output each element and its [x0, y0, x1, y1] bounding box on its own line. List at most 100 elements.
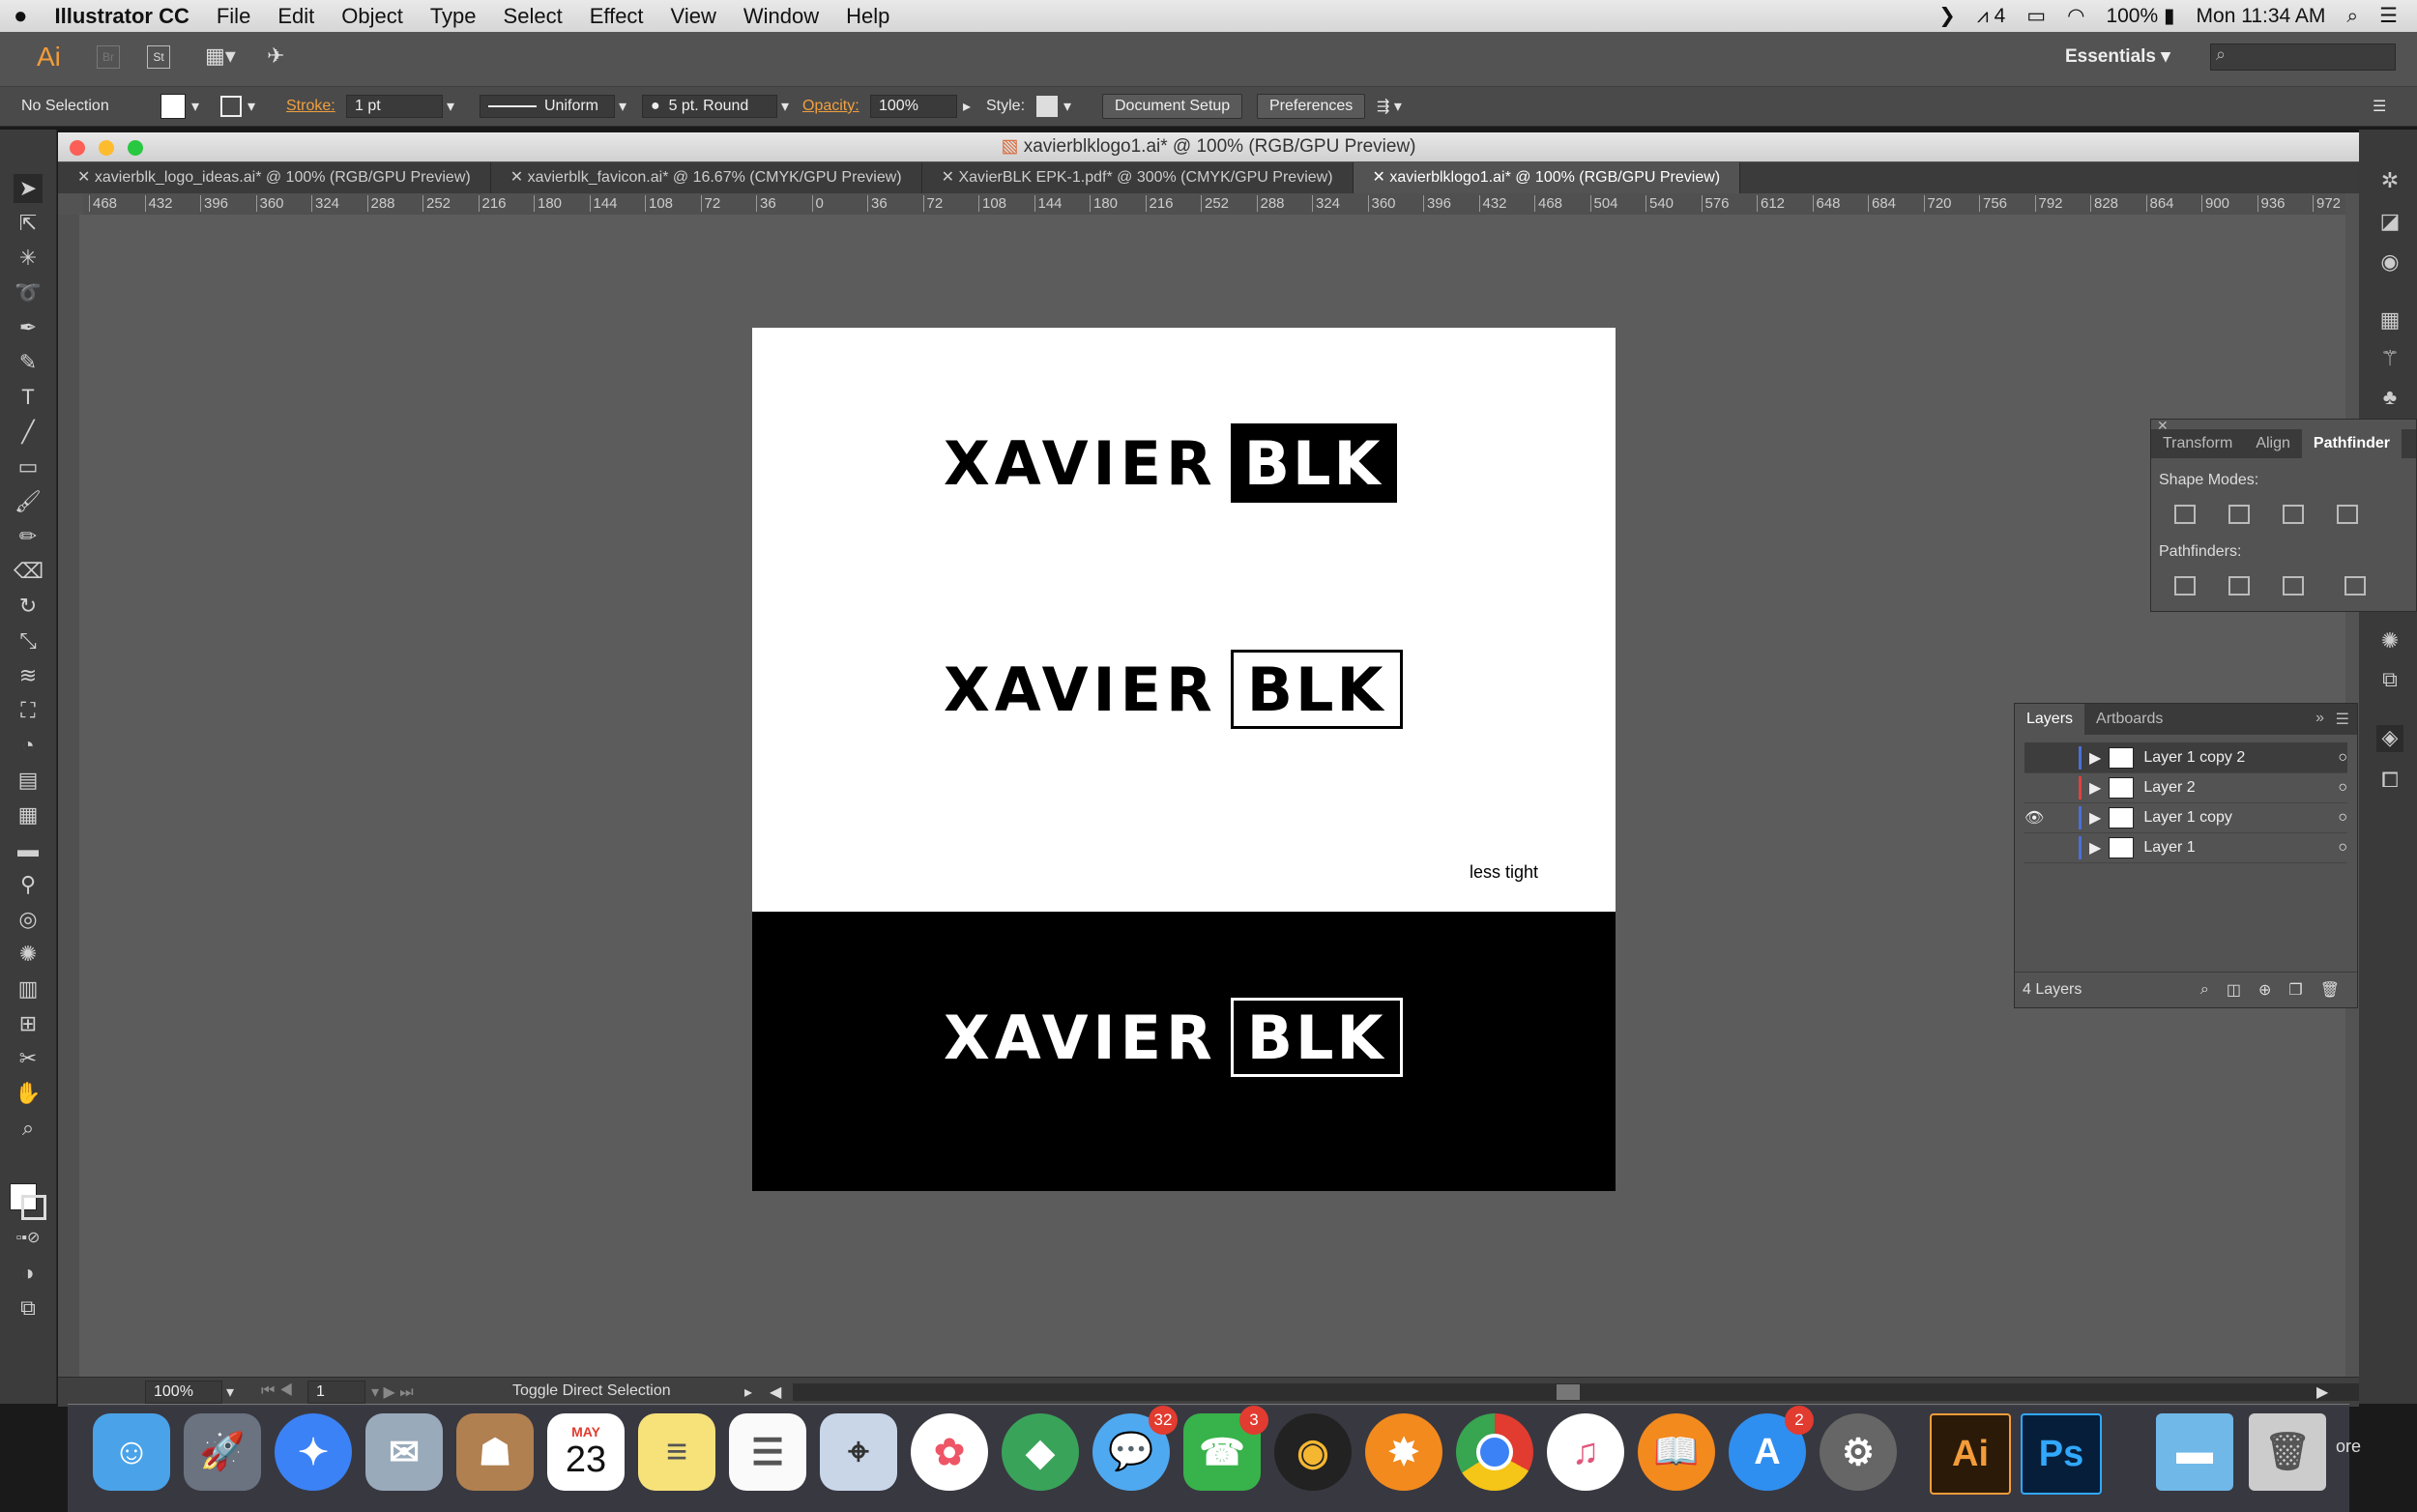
- document-setup-button[interactable]: Document Setup: [1102, 94, 1243, 119]
- status-tool-hint[interactable]: Toggle Direct Selection: [512, 1382, 671, 1400]
- menu-file[interactable]: File: [203, 4, 264, 29]
- menu-view[interactable]: View: [657, 4, 730, 29]
- eraser-tool-icon[interactable]: ⌫: [14, 557, 44, 586]
- trim-button[interactable]: [2228, 576, 2250, 596]
- tab-favicon[interactable]: ✕ xavierblk_favicon.ai* @ 16.67% (CMYK/G…: [491, 162, 922, 193]
- stock-button[interactable]: St: [147, 45, 170, 69]
- artboard-number-field[interactable]: 1: [307, 1381, 365, 1404]
- collapse-panel-icon[interactable]: »: [2315, 710, 2324, 727]
- layers-dock-icon[interactable]: ◈: [2376, 725, 2403, 752]
- stroke-color-swatch[interactable]: [21, 1195, 46, 1220]
- zoom-window-button[interactable]: [128, 140, 143, 156]
- menu-type[interactable]: Type: [417, 4, 490, 29]
- fl-studio-icon[interactable]: ✸: [1365, 1413, 1442, 1491]
- facetime-icon[interactable]: ☎ 3: [1183, 1406, 1268, 1491]
- layer-name[interactable]: Layer 1: [2143, 839, 2338, 857]
- photoshop-icon[interactable]: Ps: [2021, 1413, 2102, 1495]
- gradient-panel-icon[interactable]: ◪: [2376, 209, 2403, 236]
- lasso-tool-icon[interactable]: ➰: [14, 278, 43, 307]
- type-tool-icon[interactable]: T: [14, 383, 43, 412]
- zoom-field[interactable]: 100%: [145, 1381, 222, 1404]
- music-player-icon[interactable]: ◉: [1274, 1413, 1352, 1491]
- align-options-icon[interactable]: ⇶ ▾: [1377, 94, 1402, 119]
- launchpad-icon[interactable]: 🚀: [184, 1413, 261, 1491]
- expand-icon[interactable]: ▶: [2089, 838, 2101, 858]
- gpu-performance-icon[interactable]: ✈: [267, 44, 284, 69]
- reminders-icon[interactable]: ☰: [729, 1413, 806, 1491]
- artboard-next-icons[interactable]: ▾ ▶ ⏭: [371, 1382, 414, 1402]
- tab-logo-ideas[interactable]: ✕ xavierblk_logo_ideas.ai* @ 100% (RGB/G…: [58, 162, 491, 193]
- direct-selection-tool-icon[interactable]: ⇱: [14, 209, 43, 238]
- symbol-sprayer-tool-icon[interactable]: ✺: [14, 940, 43, 969]
- layers-menu-icon[interactable]: ☰: [2336, 710, 2349, 729]
- layer-row[interactable]: 👁 ▶ Layer 1 copy ○: [2024, 802, 2347, 833]
- chrome-icon[interactable]: [1456, 1413, 1533, 1491]
- screen-mode-icon[interactable]: ⧉: [14, 1294, 43, 1323]
- artboards-dock-icon[interactable]: ⧠: [2376, 768, 2403, 795]
- artboard-prev-icons[interactable]: ⏮ ◀: [261, 1382, 293, 1400]
- ibooks-icon[interactable]: 📖: [1638, 1413, 1715, 1491]
- itunes-icon[interactable]: ♫: [1547, 1413, 1624, 1491]
- folder-icon[interactable]: ▬: [2156, 1413, 2233, 1491]
- layer-name[interactable]: Layer 2: [2143, 779, 2338, 797]
- chevron-right-icon[interactable]: ❯: [1938, 4, 1956, 28]
- color-mode-icons[interactable]: ▫▪⊘: [14, 1224, 43, 1253]
- trash-icon[interactable]: 🗑: [2249, 1413, 2326, 1491]
- line-tool-icon[interactable]: ╱: [14, 418, 43, 447]
- expand-icon[interactable]: ▶: [2089, 808, 2101, 828]
- stroke-swatch[interactable]: ▾: [220, 94, 255, 119]
- transform-dock-icon[interactable]: ⧉: [2376, 667, 2403, 694]
- perspective-grid-tool-icon[interactable]: ▤: [14, 766, 43, 795]
- merge-button[interactable]: [2283, 576, 2304, 596]
- app-menu[interactable]: Illustrator CC: [42, 4, 203, 29]
- width-tool-icon[interactable]: ≋: [14, 661, 43, 690]
- brushes-icon[interactable]: ⚚: [2376, 346, 2403, 373]
- target-icon[interactable]: ○: [2338, 779, 2347, 797]
- minus-front-button[interactable]: [2228, 505, 2250, 524]
- opacity-field[interactable]: 100% ▸: [870, 94, 971, 119]
- selection-tool-icon[interactable]: ➤: [14, 174, 43, 203]
- preferences-button[interactable]: Preferences: [1257, 94, 1366, 119]
- menu-help[interactable]: Help: [832, 4, 903, 29]
- illustrator-icon[interactable]: Ai: [1930, 1413, 2011, 1495]
- target-icon[interactable]: ○: [2338, 839, 2347, 857]
- layer-row[interactable]: ▶ Layer 2 ○: [2024, 772, 2347, 803]
- menu-effect[interactable]: Effect: [576, 4, 657, 29]
- eye-icon[interactable]: 👁: [2024, 808, 2052, 828]
- close-panel-icon[interactable]: ✕: [2157, 418, 2169, 434]
- scroll-left-icon[interactable]: ◀: [770, 1382, 781, 1402]
- target-icon[interactable]: ○: [2338, 809, 2347, 827]
- unite-button[interactable]: [2174, 505, 2196, 524]
- gradient-tool-icon[interactable]: ▬: [14, 835, 43, 864]
- rectangle-tool-icon[interactable]: ▭: [14, 452, 43, 481]
- free-transform-tool-icon[interactable]: ⛶: [14, 696, 43, 725]
- mail-icon[interactable]: ✉: [365, 1413, 443, 1491]
- hand-tool-icon[interactable]: ✋: [14, 1079, 43, 1108]
- apple-icon[interactable]: ●: [0, 3, 42, 30]
- pen-tool-icon[interactable]: ✒: [14, 313, 43, 342]
- paintbrush-tool-icon[interactable]: 🖌: [14, 487, 43, 516]
- control-panel-menu-icon[interactable]: ☰: [2373, 94, 2386, 119]
- horizontal-ruler[interactable]: 468 432 396 360 324 288 252 216 180 144 108 72 36 0 36…: [83, 193, 2345, 216]
- system-preferences-icon[interactable]: ⚙: [1820, 1413, 1897, 1491]
- tab-artboards[interactable]: Artboards: [2084, 704, 2174, 735]
- target-icon[interactable]: ○: [2338, 749, 2347, 767]
- tab-layers[interactable]: Layers: [2015, 704, 2085, 735]
- layer-name[interactable]: Layer 1 copy 2: [2143, 749, 2338, 767]
- blend-tool-icon[interactable]: ◎: [14, 905, 43, 934]
- symbols-icon[interactable]: ♣: [2376, 385, 2403, 412]
- horizontal-scrollbar[interactable]: [793, 1383, 2359, 1401]
- notification-center-icon[interactable]: ☰: [2379, 4, 2398, 28]
- close-window-button[interactable]: [70, 140, 85, 156]
- eyedropper-tool-icon[interactable]: ⚲: [14, 870, 43, 899]
- drawing-modes-icon[interactable]: ◑: [14, 1259, 43, 1288]
- logo-solid[interactable]: XAVIER BLK: [944, 423, 1397, 503]
- graphic-style-picker[interactable]: ▾: [1036, 94, 1071, 119]
- wifi-icon[interactable]: ◠: [2067, 4, 2084, 28]
- maps-icon[interactable]: ⌖: [820, 1413, 897, 1491]
- sims-icon[interactable]: ◆: [1002, 1413, 1079, 1491]
- swatches-icon[interactable]: ▦: [2376, 307, 2403, 334]
- layer-row[interactable]: ▶ Layer 1 copy 2 ○: [2024, 742, 2347, 773]
- fill-swatch[interactable]: ▾: [160, 94, 199, 119]
- pathfinder-dock-icon[interactable]: ✺: [2376, 628, 2403, 655]
